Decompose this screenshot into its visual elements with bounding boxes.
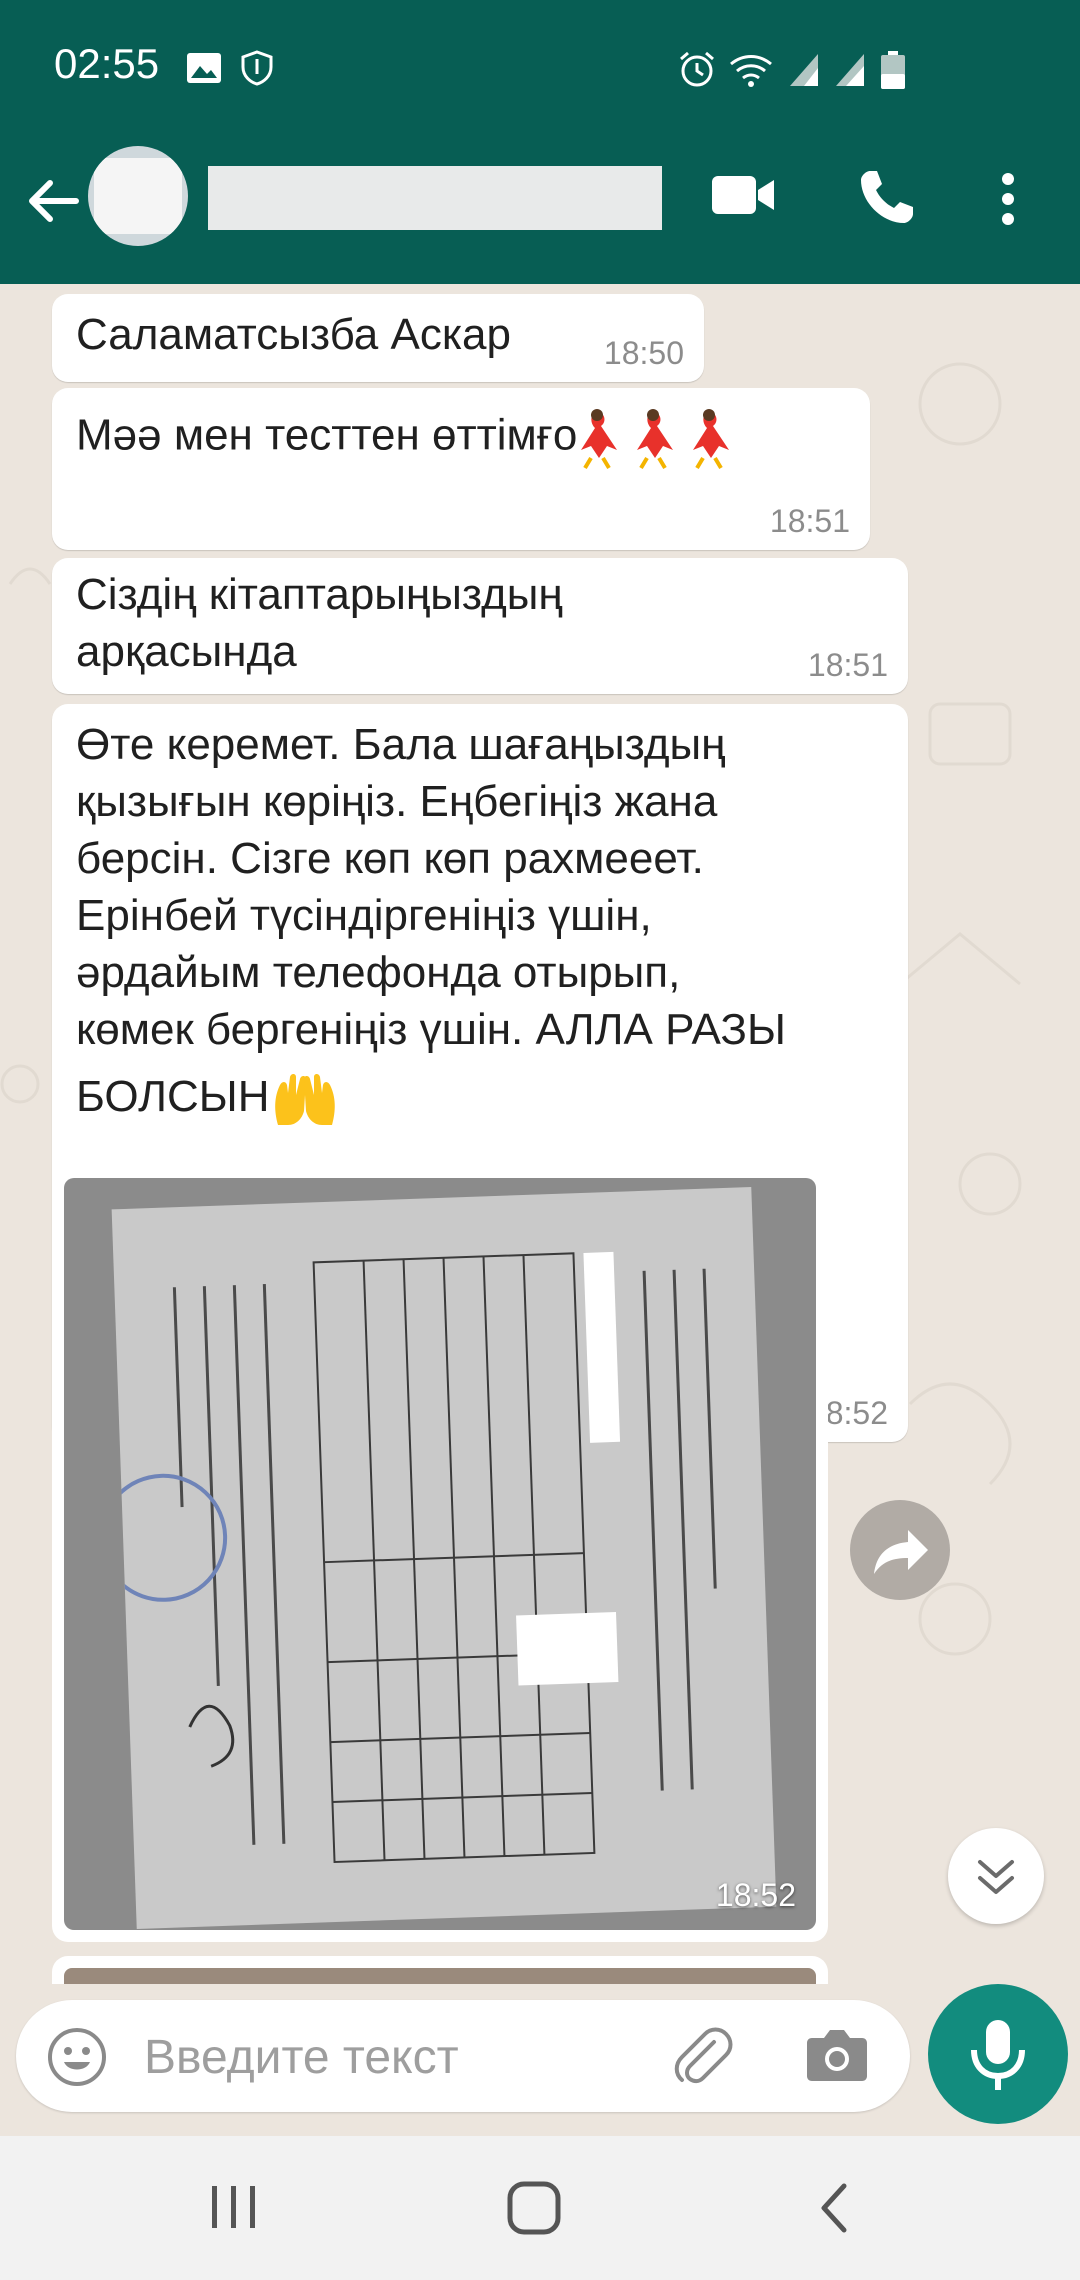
forward-button[interactable] [850, 1500, 950, 1600]
emoji-icon[interactable] [46, 2026, 108, 2088]
message-line: әрдайым телефонда отырып, [76, 948, 681, 997]
more-vert-icon[interactable] [1000, 172, 1016, 226]
message-line: көмек бергеніңіз үшін. АЛЛА РАЗЫ [76, 1005, 786, 1054]
status-time: 02:55 [54, 40, 160, 87]
avatar[interactable] [88, 146, 188, 246]
message-time: 18:51 [807, 647, 888, 683]
message-input[interactable]: Введите текст [16, 2000, 910, 2112]
message-time: 18:50 [603, 335, 684, 371]
recents-icon[interactable] [206, 2182, 262, 2232]
message-line: Сіздің кітаптарыңыздың [76, 570, 563, 619]
message-line: БОЛСЫН [76, 1072, 270, 1121]
message-line: арқасында [76, 627, 297, 676]
message-input-placeholder: Введите текст [144, 2031, 459, 2084]
message-bubble[interactable]: Мәә мен тесттен өттімғо 18:51 [52, 388, 870, 550]
mic-icon [971, 2020, 1025, 2090]
message-line: Ерінбей түсіндіргеніңіз үшін, [76, 891, 652, 940]
message-line: берсін. Сізге көп көп рахмееет. [76, 834, 704, 883]
signal-icon [790, 54, 818, 86]
message-bubble[interactable]: Сіздің кітаптарыңыздың арқасында 18:51 [52, 558, 908, 694]
image-message-bubble[interactable]: 18:52 [52, 1166, 828, 1942]
certificate-photo[interactable]: 18:52 [64, 1178, 816, 1930]
message-text: Сіздің кітаптарыңыздың арқасында [76, 566, 563, 680]
message-bubble[interactable]: Саламатсызба Аскар 18:50 [52, 294, 704, 382]
back-arrow-icon[interactable] [18, 166, 88, 236]
scroll-to-bottom-button[interactable] [948, 1828, 1044, 1924]
status-bar: 02:55 [0, 0, 1080, 116]
message-line: қызығын көріңіз. Еңбегіңіз жана [76, 777, 718, 826]
phone-icon[interactable] [858, 168, 916, 226]
attach-icon[interactable] [670, 2024, 734, 2088]
image-time: 18:52 [715, 1877, 796, 1913]
system-nav-bar [0, 2136, 1080, 2280]
forward-icon [874, 1530, 928, 1574]
certificate-paper [99, 1187, 777, 1929]
shield-icon [241, 50, 273, 86]
camera-icon[interactable] [806, 2026, 868, 2082]
image-icon [187, 53, 221, 83]
message-text: Мәә мен тесттен өттімғо [76, 406, 745, 470]
contact-name[interactable] [208, 166, 662, 230]
message-line: Өте керемет. Бала шағаңыздың [76, 720, 726, 769]
certificate-table-drawing [99, 1251, 717, 1864]
message-text: Өте керемет. Бала шағаңыздың қызығын көр… [76, 716, 786, 1127]
voice-message-button[interactable] [928, 1984, 1068, 2124]
home-icon[interactable] [506, 2180, 562, 2236]
battery-icon [881, 51, 905, 89]
message-time: 18:51 [769, 503, 850, 539]
back-icon[interactable] [814, 2180, 854, 2236]
alarm-icon [680, 51, 714, 87]
raising-hands-emoji [274, 1074, 335, 1126]
message-text-content: Мәә мен тесттен өттімғо [76, 410, 578, 460]
signal-icon [836, 54, 864, 86]
dancer-emoji [581, 409, 730, 470]
video-call-icon[interactable] [712, 174, 776, 216]
wifi-icon [730, 55, 772, 87]
double-chevron-down-icon [978, 1860, 1014, 1894]
message-text: Саламатсызба Аскар [76, 310, 511, 359]
